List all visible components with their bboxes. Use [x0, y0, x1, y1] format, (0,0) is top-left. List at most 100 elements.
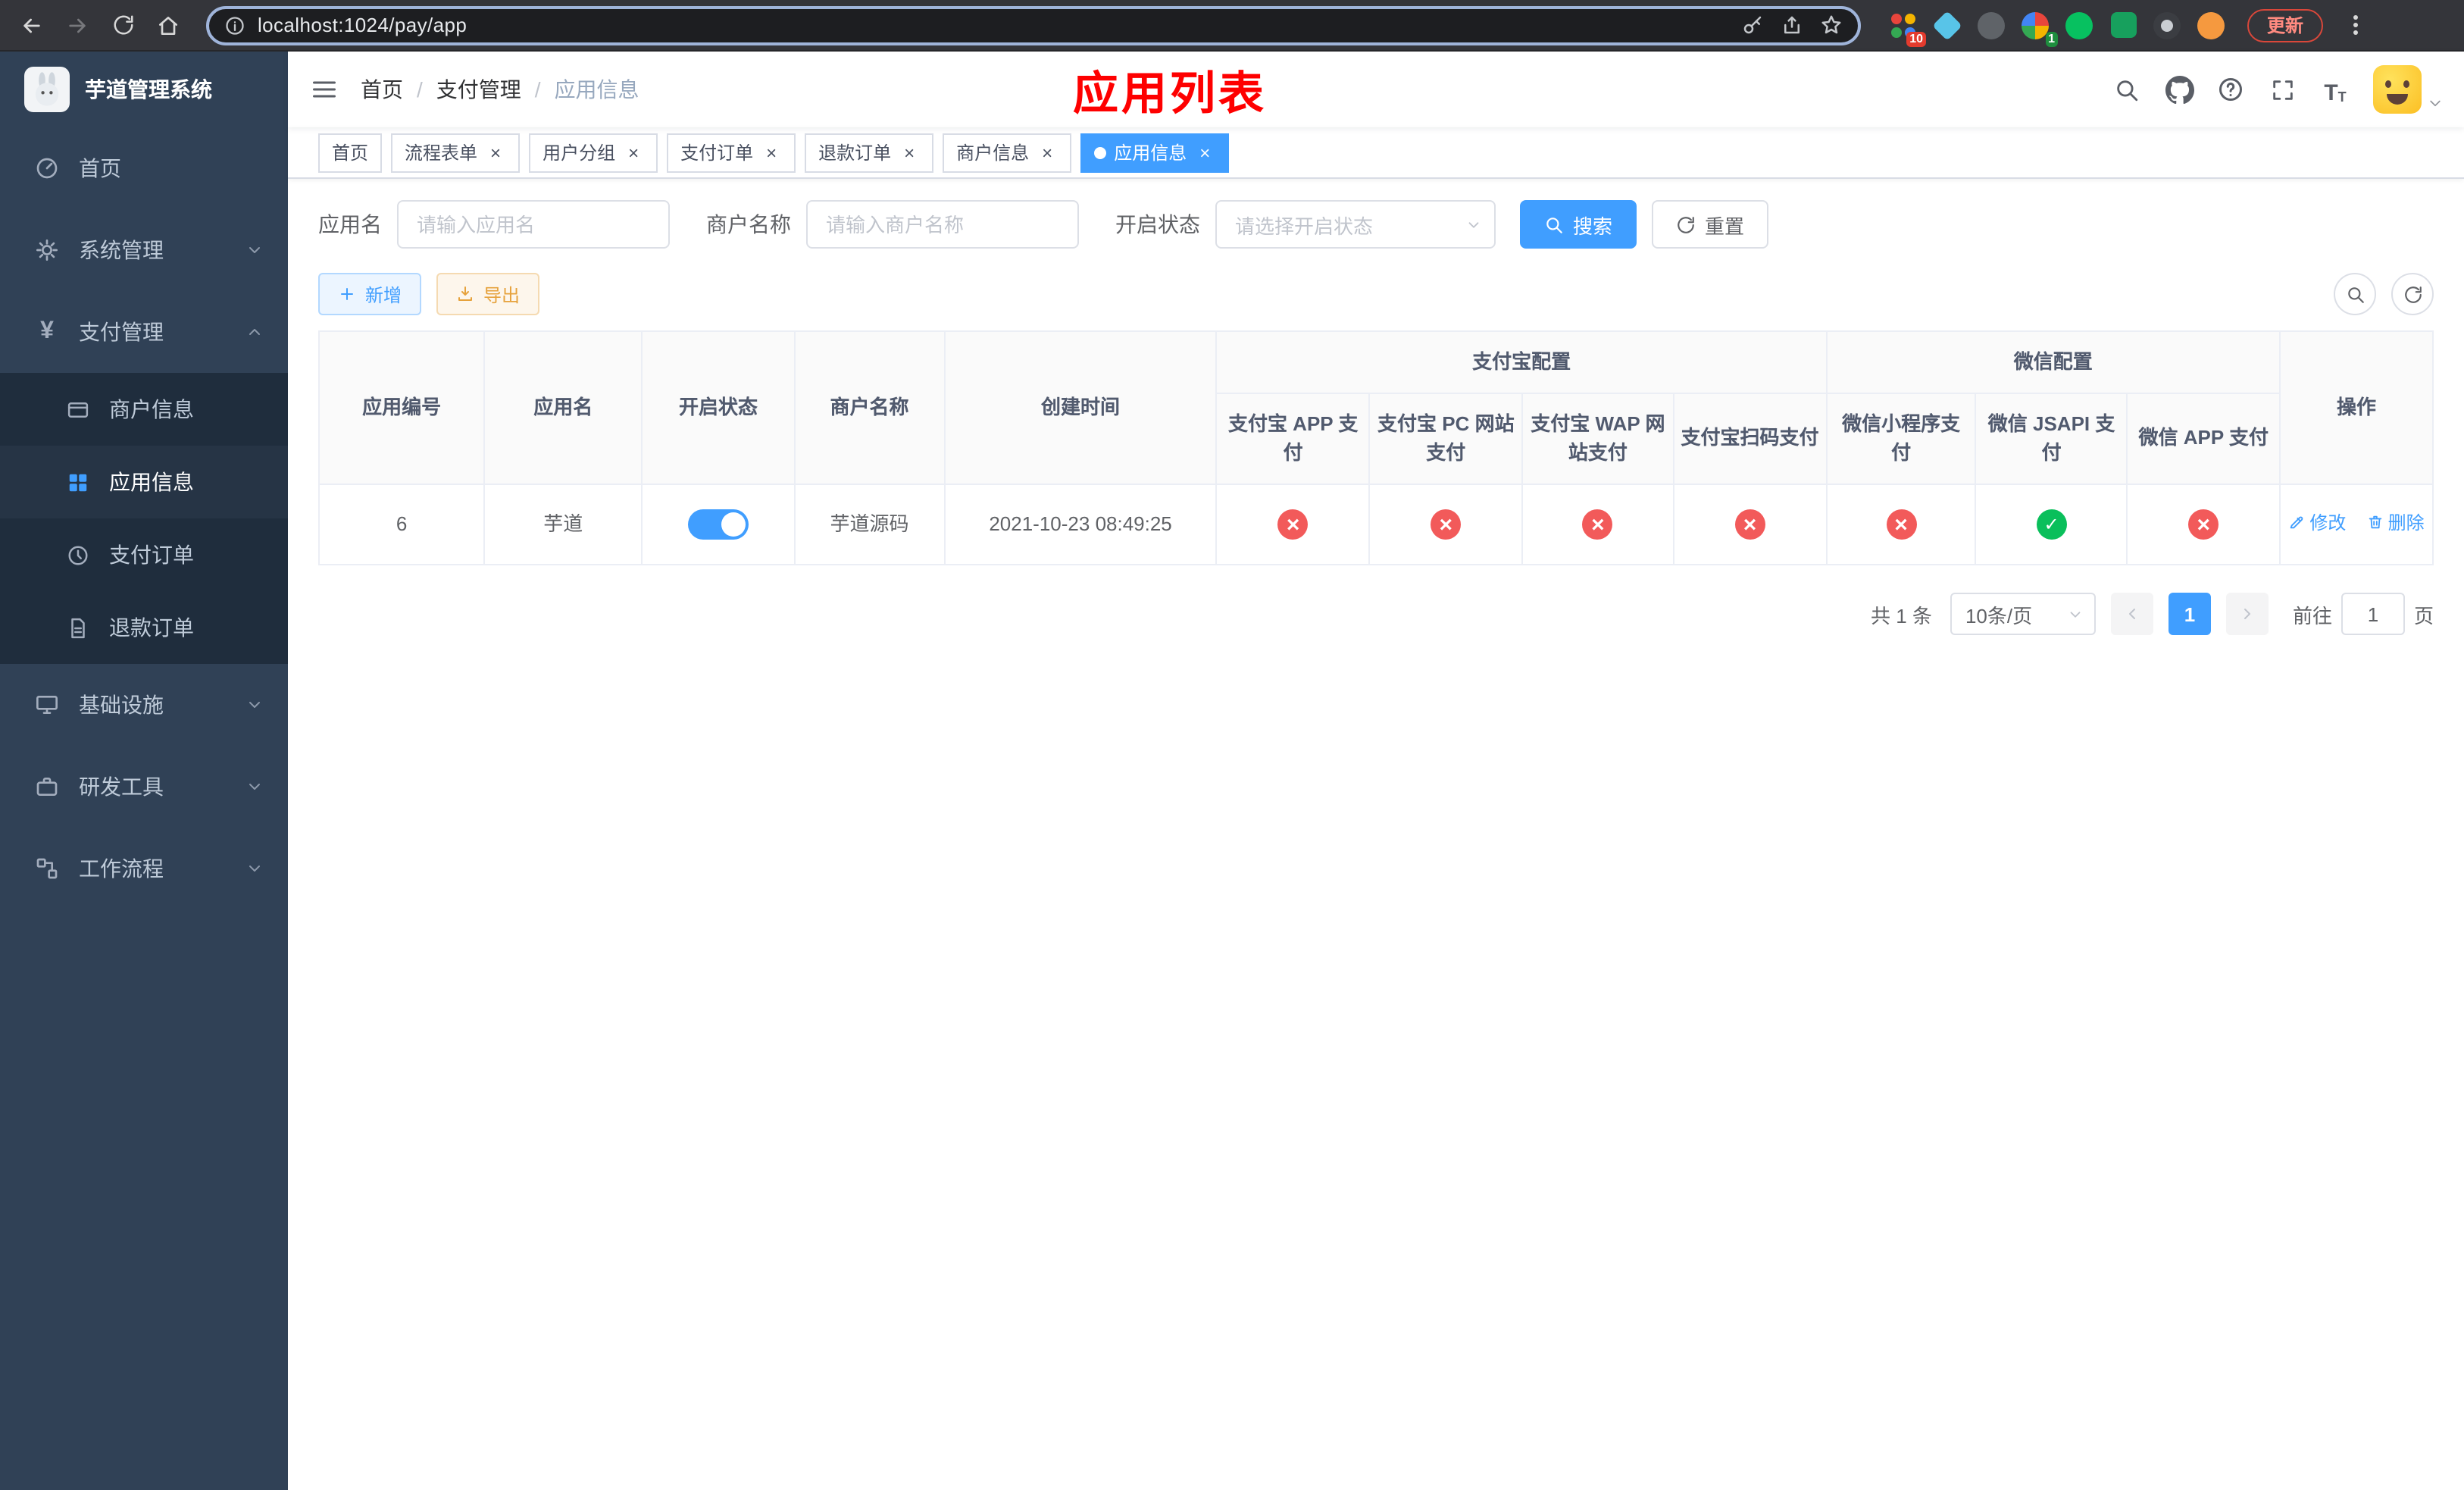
extension-icon[interactable] [1932, 10, 1962, 40]
credit-card-icon [64, 396, 91, 423]
dashboard-icon [33, 155, 61, 182]
navbar: 首页 / 支付管理 / 应用信息 应用列表 T T [288, 52, 2464, 127]
font-size-icon[interactable]: TT [2320, 74, 2350, 105]
browser-forward-icon[interactable] [58, 5, 97, 45]
add-button[interactable]: 新增 [318, 273, 422, 315]
page-number-button[interactable]: 1 [2168, 593, 2211, 636]
extension-badge: 10 [1906, 31, 1926, 46]
extension-icon[interactable] [2152, 10, 2182, 40]
page-title: 应用列表 [1073, 70, 1267, 120]
browser-back-icon[interactable] [12, 5, 52, 45]
tab-user-group[interactable]: 用户分组 × [529, 133, 658, 172]
next-page-button[interactable] [2225, 593, 2269, 636]
table-row: 6 芋道 芋道源码 2021-10-23 08:49:25 × × × × × … [317, 483, 2434, 566]
page-info-icon[interactable] [224, 14, 245, 36]
prev-page-button[interactable] [2110, 593, 2153, 636]
sidebar-item-workflow[interactable]: 工作流程 [0, 828, 288, 909]
close-icon[interactable]: × [1037, 142, 1058, 163]
extension-icon[interactable]: 1 [2020, 10, 2058, 46]
app-logo [24, 67, 70, 112]
close-icon[interactable]: × [485, 142, 506, 163]
browser-home-icon[interactable] [149, 5, 188, 45]
sidebar-item-refund-order[interactable]: 退款订单 [0, 591, 288, 664]
tab-home[interactable]: 首页 [318, 133, 383, 172]
refresh-icon[interactable] [2391, 273, 2434, 315]
close-icon[interactable]: × [899, 142, 920, 163]
col-header-alipay-wap: 支付宝 WAP 网站支付 [1521, 392, 1674, 484]
gear-icon [33, 236, 61, 264]
tab-app-info[interactable]: 应用信息 × [1080, 133, 1230, 172]
help-icon[interactable] [2217, 76, 2244, 103]
sidebar-item-dev-tools[interactable]: 研发工具 [0, 746, 288, 828]
close-icon[interactable]: × [1194, 142, 1215, 163]
sidebar-item-home[interactable]: 首页 [0, 127, 288, 209]
sidebar-item-pay-order[interactable]: 支付订单 [0, 518, 288, 591]
extension-icon[interactable] [2196, 10, 2226, 40]
extension-icon[interactable]: 10 [1888, 10, 1926, 46]
app-logo-row[interactable]: 芋道管理系统 [0, 52, 288, 127]
bookmark-star-icon[interactable] [1820, 14, 1843, 36]
chevron-up-icon [245, 323, 264, 341]
app-name-input[interactable] [397, 200, 670, 249]
extension-icon[interactable] [1976, 10, 2006, 40]
tags-view: 首页 流程表单 × 用户分组 × 支付订单 × 退款订单 × 商户信息 × 应用… [288, 127, 2464, 179]
breadcrumb-home[interactable]: 首页 [361, 74, 403, 105]
tab-merchant-info[interactable]: 商户信息 × [943, 133, 1072, 172]
extension-icon[interactable] [2108, 10, 2138, 40]
sidebar-item-app-info[interactable]: 应用信息 [0, 446, 288, 518]
app-title: 芋道管理系统 [85, 77, 212, 102]
merchant-name-input[interactable] [806, 200, 1079, 249]
apps-table: 应用编号 应用名 开启状态 商户名称 创建时间 支付宝配置 微信配置 操作 支付… [317, 330, 2434, 566]
cell-app-id: 6 [317, 483, 486, 566]
tab-process-form[interactable]: 流程表单 × [391, 133, 521, 172]
fullscreen-icon[interactable] [2267, 74, 2297, 105]
extension-icon[interactable] [2064, 10, 2094, 40]
url-bar[interactable]: localhost:1024/pay/app [206, 5, 1861, 45]
col-header-app-id: 应用编号 [317, 330, 486, 484]
status-select[interactable]: 请选择开启状态 [1215, 200, 1496, 249]
export-button[interactable]: 导出 [436, 273, 540, 315]
tab-pay-order[interactable]: 支付订单 × [667, 133, 796, 172]
browser-menu-icon[interactable] [2341, 15, 2369, 35]
goto-page-input[interactable] [2340, 593, 2405, 636]
browser-reload-icon[interactable] [103, 5, 142, 45]
channel-status-icon [1734, 509, 1765, 540]
url-text: localhost:1024/pay/app [258, 14, 467, 36]
col-header-actions: 操作 [2279, 330, 2434, 484]
close-icon[interactable]: × [623, 142, 644, 163]
cell-wx-jsapi [1975, 483, 2128, 566]
user-menu[interactable] [2373, 65, 2443, 114]
status-toggle[interactable] [687, 509, 749, 540]
reset-button[interactable]: 重置 [1652, 200, 1769, 249]
avatar[interactable] [2373, 65, 2422, 114]
tab-refund-order[interactable]: 退款订单 × [805, 133, 934, 172]
password-key-icon[interactable] [1741, 14, 1764, 36]
page-size-select[interactable]: 10条/页 [1950, 593, 2096, 636]
cell-status [641, 483, 796, 566]
search-icon[interactable] [2111, 74, 2141, 105]
chevron-down-icon [245, 778, 264, 796]
sidebar-item-merchant-info[interactable]: 商户信息 [0, 373, 288, 446]
sidebar-toggle-icon[interactable] [288, 52, 361, 127]
search-button[interactable]: 搜索 [1520, 200, 1637, 249]
caret-down-icon[interactable] [2428, 95, 2443, 111]
sidebar-item-infrastructure[interactable]: 基础设施 [0, 664, 288, 746]
sidebar-item-system[interactable]: 系统管理 [0, 209, 288, 291]
channel-status-icon [1886, 509, 1917, 540]
share-icon[interactable] [1781, 14, 1803, 36]
toggle-search-icon[interactable] [2334, 273, 2376, 315]
close-icon[interactable]: × [761, 142, 782, 163]
col-group-alipay: 支付宝配置 [1215, 330, 1828, 393]
channel-status-icon [1431, 509, 1462, 540]
breadcrumb-payment[interactable]: 支付管理 [436, 74, 521, 105]
col-group-wechat: 微信配置 [1825, 330, 2281, 393]
delete-button[interactable]: 删除 [2367, 509, 2425, 537]
sidebar-item-payment[interactable]: ¥ 支付管理 [0, 291, 288, 373]
chrome-update-button[interactable]: 更新 [2247, 8, 2324, 42]
edit-button[interactable]: 修改 [2288, 509, 2346, 537]
github-icon[interactable] [2164, 74, 2194, 105]
order-clock-icon [64, 541, 91, 568]
channel-status-icon [2036, 509, 2067, 540]
cell-wx-lite [1825, 483, 1977, 566]
navbar-actions: TT [2111, 65, 2443, 114]
